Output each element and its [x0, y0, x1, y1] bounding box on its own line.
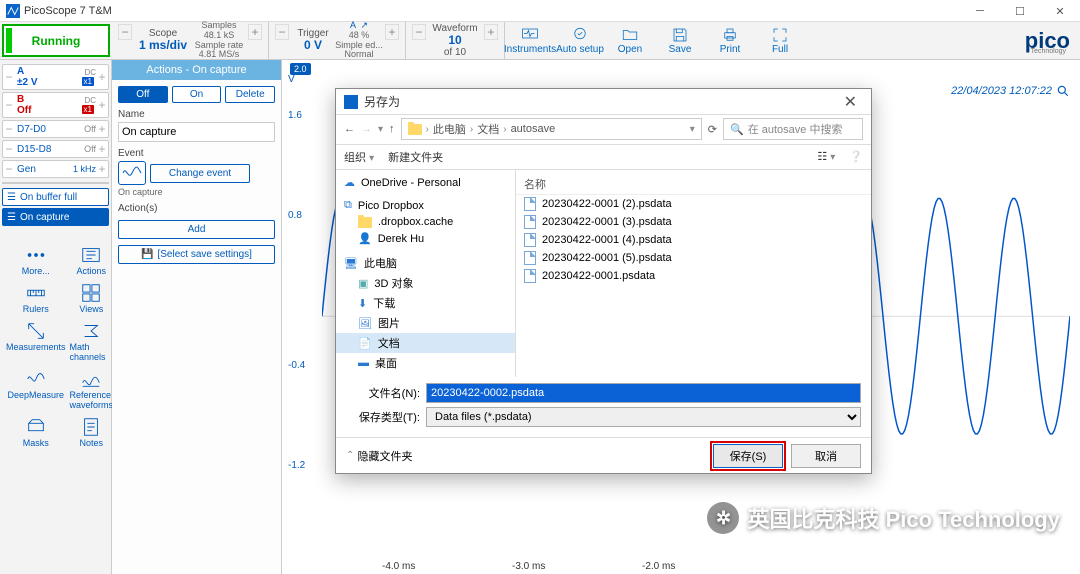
tool-deepmeasure[interactable]: DeepMeasure	[6, 368, 66, 410]
dialog-icon	[344, 95, 358, 109]
open-button[interactable]: Open	[605, 22, 655, 59]
wave-minus[interactable]: −	[412, 24, 426, 40]
app-icon	[6, 4, 20, 18]
save-button[interactable]: Save	[655, 22, 705, 59]
instruments-button[interactable]: Instruments	[505, 22, 555, 59]
dialog-save-button[interactable]: 保存(S)	[713, 444, 783, 468]
tool-notes[interactable]: Notes	[70, 416, 114, 448]
nav-back-button[interactable]: ←	[344, 123, 355, 135]
tool-views[interactable]: Views	[70, 282, 114, 314]
save-dialog: 另存为 ✕ ← → ▾ ↑ ›此电脑 ›文档 ›autosave ▾ ⟳ 🔍 在…	[335, 88, 872, 474]
scope-value[interactable]: 1 ms/div	[139, 39, 187, 52]
run-button[interactable]: Running	[2, 24, 110, 57]
wechat-icon: ✲	[707, 502, 739, 534]
trigger-value[interactable]: 0 V	[304, 39, 322, 52]
actions-header: Actions - On capture	[112, 60, 281, 80]
filename-input[interactable]	[426, 383, 861, 403]
refresh-button[interactable]: ⟳	[708, 123, 717, 136]
watermark: ✲ 英国比克科技 Pico Technology	[707, 502, 1060, 534]
path-bar[interactable]: ›此电脑 ›文档 ›autosave ▾	[401, 118, 702, 140]
tool-masks[interactable]: Masks	[6, 416, 66, 448]
close-button[interactable]: ✕	[1040, 0, 1080, 22]
y-axis-unit: V	[288, 74, 295, 85]
channel-sidebar: − A±2 V DCx1 + − BOff DCx1 + −D7-D0Off+ …	[0, 60, 112, 574]
filename-label: 文件名(N):	[346, 385, 420, 401]
file-item: 20230422-0001 (3).psdata	[516, 213, 871, 231]
waveform-value[interactable]: 10	[448, 34, 461, 47]
name-input[interactable]	[118, 122, 275, 142]
trigger-minus[interactable]: −	[275, 24, 289, 40]
dialog-close-button[interactable]: ✕	[838, 92, 863, 112]
tool-actions[interactable]: Actions	[70, 244, 114, 276]
file-list[interactable]: 名称 20230422-0001 (2).psdata 20230422-000…	[516, 170, 871, 377]
filetype-label: 保存类型(T):	[346, 409, 420, 425]
file-item: 20230422-0001 (4).psdata	[516, 231, 871, 249]
full-button[interactable]: Full	[755, 22, 805, 59]
hide-folders-button[interactable]: 隐藏文件夹	[357, 448, 412, 464]
help-button[interactable]: ❔	[849, 150, 863, 163]
add-action-button[interactable]: Add	[118, 220, 275, 239]
new-folder-button[interactable]: 新建文件夹	[388, 149, 443, 165]
title-bar: PicoScope 7 T&M ─ ☐ ✕	[0, 0, 1080, 22]
channel-d7d0[interactable]: −D7-D0Off+	[2, 120, 109, 138]
actions-off-button[interactable]: Off	[118, 86, 168, 103]
wave-icon	[118, 161, 146, 185]
print-button[interactable]: Print	[705, 22, 755, 59]
actions-panel: Actions - On capture Off On Delete Name …	[112, 60, 282, 574]
top-toolbar: Running − Scope 1 ms/div Samples 48.1 kS…	[0, 22, 1080, 60]
actions-delete-button[interactable]: Delete	[225, 86, 275, 103]
on-buffer-full-button[interactable]: ☰ On buffer full	[2, 188, 109, 206]
trigger-plus[interactable]: +	[385, 24, 399, 40]
app-title: PicoScope 7 T&M	[24, 5, 112, 17]
view-mode-button[interactable]: ☷ ▾	[817, 150, 835, 163]
file-item: 20230422-0001 (2).psdata	[516, 195, 871, 213]
actions-label: Action(s)	[118, 203, 275, 214]
channel-d15d8[interactable]: −D15-D8Off+	[2, 140, 109, 158]
actions-on-button[interactable]: On	[172, 86, 222, 103]
organize-button[interactable]: 组织 ▾	[344, 149, 374, 165]
tool-refwave[interactable]: Reference waveforms	[70, 368, 114, 410]
tool-rulers[interactable]: Rulers	[6, 282, 66, 314]
file-item: 20230422-0001.psdata	[516, 267, 871, 285]
channel-gen[interactable]: −Gen1 kHz+	[2, 160, 109, 178]
tool-more[interactable]: More...	[6, 244, 66, 276]
wave-plus[interactable]: +	[484, 24, 498, 40]
tool-measurements[interactable]: Measurements	[6, 320, 66, 362]
dialog-title: 另存为	[364, 93, 400, 110]
pico-logo-sub: Technology	[1031, 48, 1066, 55]
select-save-settings-button[interactable]: 💾[Select save settings]	[118, 245, 275, 264]
folder-tree[interactable]: ☁OneDrive - Personal ⧉Pico Dropbox .drop…	[336, 170, 516, 377]
scope-plus[interactable]: +	[248, 24, 262, 40]
dialog-cancel-button[interactable]: 取消	[791, 444, 861, 468]
filetype-select[interactable]: Data files (*.psdata)	[426, 407, 861, 427]
search-input[interactable]: 🔍 在 autosave 中搜索	[723, 118, 863, 140]
file-item: 20230422-0001 (5).psdata	[516, 249, 871, 267]
maximize-button[interactable]: ☐	[1000, 0, 1040, 22]
on-capture-button[interactable]: ☰ On capture	[2, 208, 109, 226]
col-name[interactable]: 名称	[516, 174, 871, 195]
nav-fwd-button[interactable]: →	[361, 123, 372, 135]
tool-math[interactable]: Math channels	[70, 320, 114, 362]
scope-minus[interactable]: −	[118, 24, 132, 40]
name-label: Name	[118, 109, 275, 120]
channel-a[interactable]: − A±2 V DCx1 +	[2, 64, 109, 90]
minimize-button[interactable]: ─	[960, 0, 1000, 22]
event-label: Event	[118, 148, 275, 159]
channel-b[interactable]: − BOff DCx1 +	[2, 92, 109, 118]
change-event-button[interactable]: Change event	[150, 164, 250, 183]
nav-up-button[interactable]: ↑	[389, 123, 395, 135]
auto-setup-button[interactable]: Auto setup	[555, 22, 605, 59]
